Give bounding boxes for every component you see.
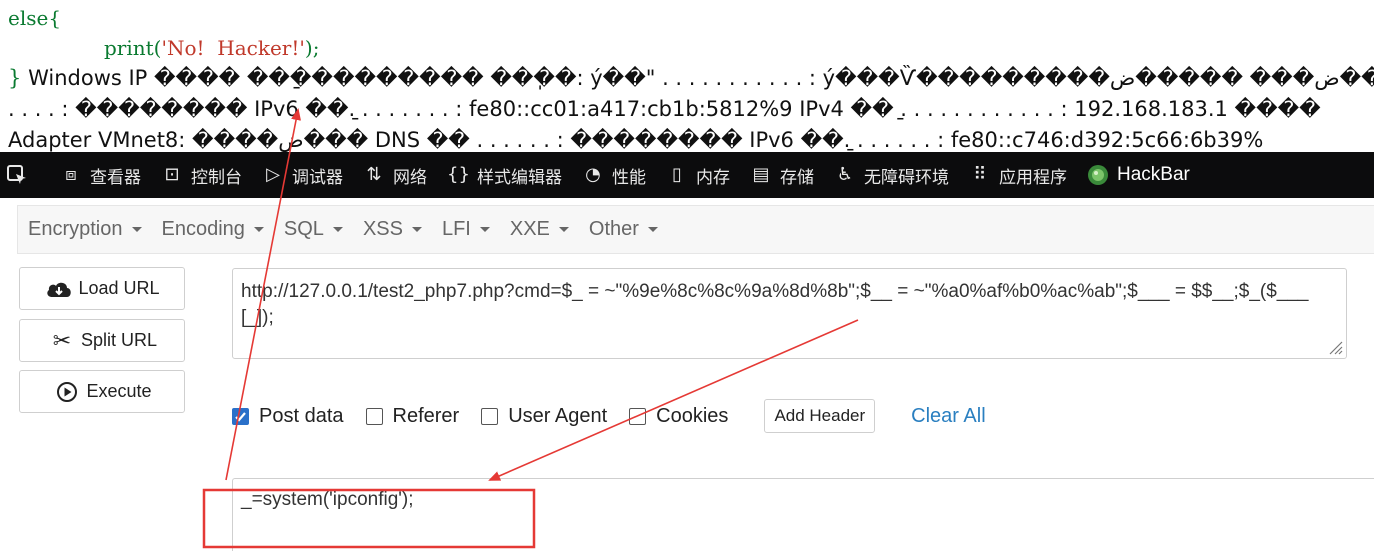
storage-icon: ▤ (752, 164, 770, 185)
tab-debugger[interactable]: ▷ 调试器 (252, 152, 353, 198)
menu-sql[interactable]: SQL (274, 218, 353, 241)
caret-down-icon (253, 227, 264, 232)
tab-style-editor[interactable]: {} 样式编辑器 (437, 152, 572, 198)
tab-performance[interactable]: ◔ 性能 (572, 152, 656, 198)
resize-handle-icon[interactable] (1325, 337, 1343, 355)
tab-network[interactable]: ⇅ 网络 (353, 152, 437, 198)
console-icon: ⊡ (164, 164, 180, 185)
cookies-checkbox[interactable]: Cookies (629, 405, 728, 428)
referer-checkbox[interactable]: Referer (365, 405, 459, 428)
output-line-3: Adapter VMnet8: ����ض��� DNS �� . . . . … (8, 128, 1264, 152)
scissors-icon: ✂ (52, 327, 72, 353)
debugger-icon: ▷ (266, 164, 280, 185)
menu-other[interactable]: Other (579, 218, 668, 241)
caret-down-icon (558, 227, 569, 232)
checkbox-checked-icon (232, 407, 249, 425)
play-circle-icon (52, 380, 82, 404)
tab-accessibility[interactable]: ♿ 无障碍环境 (824, 152, 959, 198)
caret-down-icon (479, 227, 490, 232)
inspector-icon: ⧈ (65, 164, 77, 185)
caret-down-icon (647, 227, 658, 232)
code-print-line: print('No! Hacker!'); (104, 36, 320, 60)
tab-application[interactable]: ⠿ 应用程序 (959, 152, 1077, 198)
options-row: Post data Referer User Agent Cookies Add… (232, 398, 986, 434)
caret-down-icon (131, 227, 142, 232)
performance-icon: ◔ (585, 164, 601, 185)
devtools-toolbar: ⧈ 查看器 ⊡ 控制台 ▷ 调试器 ⇅ 网络 {} 样式编辑器 ◔ 性能 ▯ 内存 ▤ 存储 ♿… (0, 152, 1374, 198)
caret-down-icon (411, 227, 422, 232)
menu-encoding[interactable]: Encoding (152, 218, 274, 241)
page-output: else{ print('No! Hacker!'); } Windows IP… (0, 0, 1374, 152)
element-picker-button[interactable] (0, 152, 50, 198)
menu-xxe[interactable]: XXE (500, 218, 579, 241)
network-icon: ⇅ (366, 164, 382, 185)
checkbox-icon (365, 407, 383, 425)
style-editor-icon: {} (447, 164, 470, 185)
post-data-textarea[interactable]: _=system('ipconfig'); (232, 478, 1374, 551)
caret-down-icon (332, 227, 343, 232)
tab-memory[interactable]: ▯ 内存 (656, 152, 740, 198)
tab-storage[interactable]: ▤ 存储 (740, 152, 824, 198)
hackbar-panel: Encryption Encoding SQL XSS LFI XXE Othe… (0, 198, 1374, 551)
execute-button[interactable]: Execute (19, 370, 185, 413)
split-url-button[interactable]: ✂ Split URL (19, 319, 185, 362)
application-icon: ⠿ (973, 164, 987, 185)
output-line-1: } Windows IP ���� ��ַ��������� ���ֽ�: ý�… (8, 66, 1374, 90)
picker-icon (6, 164, 28, 186)
clear-all-link[interactable]: Clear All (911, 405, 985, 428)
cloud-download-icon (44, 277, 74, 301)
menu-encryption[interactable]: Encryption (18, 218, 152, 241)
user-agent-checkbox[interactable]: User Agent (481, 405, 607, 428)
checkbox-icon (481, 407, 499, 425)
add-header-button[interactable]: Add Header (764, 399, 876, 433)
memory-icon: ▯ (672, 164, 682, 185)
hackbar-icon (1087, 164, 1109, 186)
tab-hackbar[interactable]: HackBar (1077, 152, 1200, 198)
load-url-button[interactable]: Load URL (19, 267, 185, 310)
code-else-line: else{ (8, 6, 62, 30)
menu-lfi[interactable]: LFI (432, 218, 500, 241)
tab-inspector[interactable]: ⧈ 查看器 (50, 152, 151, 198)
checkbox-icon (629, 407, 647, 425)
tab-console[interactable]: ⊡ 控制台 (151, 152, 252, 198)
menu-xss[interactable]: XSS (353, 218, 432, 241)
post-data-checkbox[interactable]: Post data (232, 405, 344, 428)
output-line-2: . . . . : �������� IPv6 ��ַ. . . . . . .… (8, 97, 1321, 121)
hackbar-menu-bar: Encryption Encoding SQL XSS LFI XXE Othe… (17, 205, 1374, 254)
accessibility-icon: ♿ (836, 164, 854, 185)
url-textarea[interactable]: http://127.0.0.1/test2_php7.php?cmd=$_ =… (232, 268, 1347, 359)
